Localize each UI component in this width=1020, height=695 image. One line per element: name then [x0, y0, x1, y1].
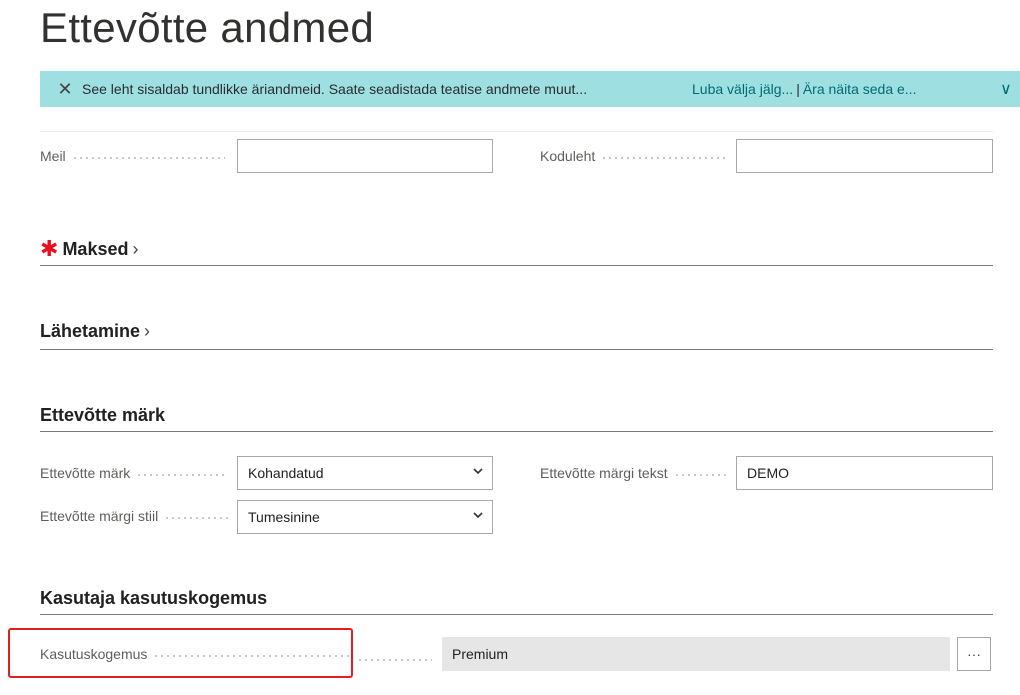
section-payments-title: Maksed — [62, 238, 129, 259]
dot-leader — [164, 517, 228, 519]
badge-text-field[interactable]: DEMO — [736, 456, 993, 490]
dot-leader — [673, 474, 726, 476]
dot-leader — [71, 157, 225, 159]
experience-label: Kasutuskogemus — [40, 646, 350, 662]
badge-style-label: Ettevõtte märgi stiil — [40, 508, 228, 524]
close-icon[interactable]: ✕ — [50, 79, 80, 100]
chevron-right-icon: › — [144, 321, 151, 341]
notification-banner: ✕ See leht sisaldab tundlikke äriandmeid… — [40, 71, 1020, 107]
email-field[interactable] — [237, 139, 493, 173]
section-divider — [40, 349, 993, 350]
chevron-down-icon — [473, 468, 483, 475]
badge-style-label-text: Ettevõtte märgi stiil — [40, 508, 159, 524]
section-divider — [40, 614, 993, 615]
dot-leader — [601, 157, 725, 159]
dot-leader — [357, 659, 432, 661]
page-title: Ettevõtte andmed — [40, 4, 375, 51]
badge-label-text: Ettevõtte märk — [40, 465, 131, 481]
section-divider — [40, 431, 993, 432]
badge-style-select[interactable]: Tumesinine — [237, 500, 493, 534]
section-shipping[interactable]: Lähetamine › — [40, 321, 150, 342]
banner-links: Luba välja jälg... | Ära näita seda e... — [692, 81, 916, 97]
badge-select[interactable]: Kohandatud — [237, 456, 493, 490]
section-experience-title: Kasutaja kasutuskogemus — [40, 588, 268, 608]
badge-select-value: Kohandatud — [248, 465, 324, 481]
homepage-label: Koduleht — [540, 148, 725, 164]
badge-text-label: Ettevõtte märgi tekst — [540, 465, 726, 481]
assist-edit-button[interactable]: ··· — [957, 637, 991, 671]
enable-field-monitoring-link[interactable]: Luba välja jälg... — [692, 81, 793, 97]
chevron-down-icon — [473, 512, 483, 519]
homepage-label-text: Koduleht — [540, 148, 596, 164]
experience-label-text: Kasutuskogemus — [40, 646, 148, 662]
section-divider — [40, 265, 993, 266]
banner-link-separator: | — [796, 81, 800, 97]
badge-label: Ettevõtte märk — [40, 465, 228, 481]
required-icon: ✱ — [40, 236, 59, 261]
chevron-down-icon[interactable]: ∨ — [1000, 79, 1012, 99]
divider — [40, 131, 993, 132]
section-badge[interactable]: Ettevõtte märk — [40, 405, 165, 426]
homepage-field[interactable] — [736, 139, 993, 173]
dot-leader — [136, 474, 228, 476]
experience-field[interactable]: Premium — [442, 637, 950, 671]
chevron-right-icon: › — [132, 238, 139, 259]
badge-text-label-text: Ettevõtte märgi tekst — [540, 465, 668, 481]
email-label-text: Meil — [40, 148, 66, 164]
section-badge-title: Ettevõtte märk — [40, 405, 166, 425]
dot-leader — [153, 655, 350, 657]
badge-style-select-value: Tumesinine — [248, 509, 320, 525]
section-payments[interactable]: ✱ Maksed › — [40, 238, 138, 260]
banner-message: See leht sisaldab tundlikke äriandmeid. … — [82, 81, 588, 97]
section-experience[interactable]: Kasutaja kasutuskogemus — [40, 588, 267, 609]
dont-show-again-link[interactable]: Ära näita seda e... — [803, 81, 917, 97]
section-shipping-title: Lähetamine — [40, 321, 141, 341]
email-label: Meil — [40, 148, 225, 164]
